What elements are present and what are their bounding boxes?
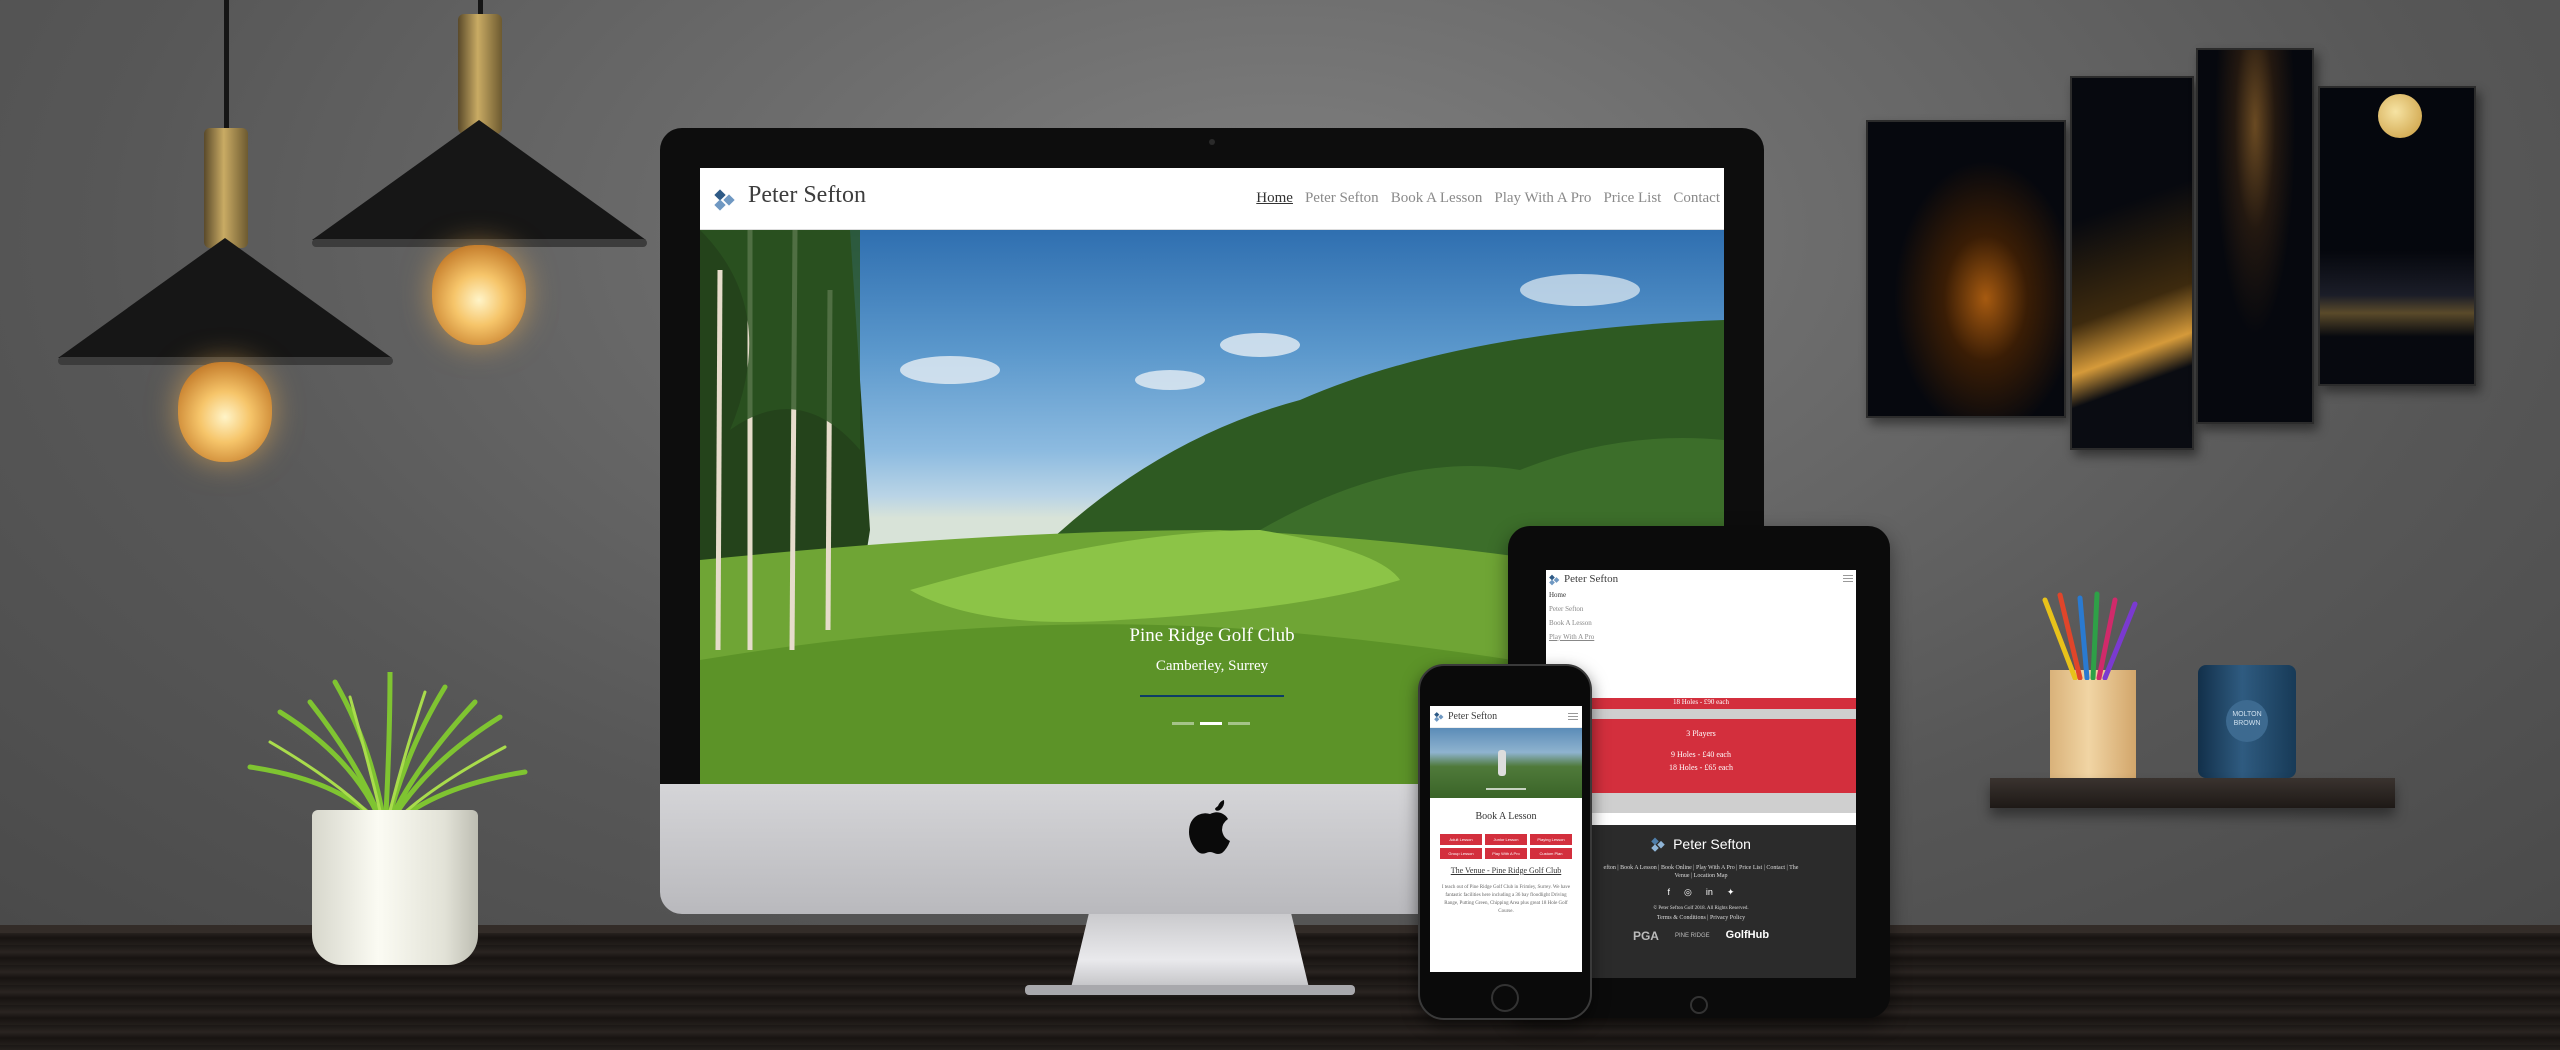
social-icons: f ◎ in ✦ bbox=[1546, 887, 1856, 898]
price-9-holes: 9 Holes - £40 each bbox=[1671, 750, 1731, 759]
site-footer: Peter Sefton efton | Book A Lesson | Boo… bbox=[1546, 825, 1856, 978]
webcam-icon bbox=[1209, 139, 1215, 145]
pendant-lamp-right bbox=[312, 0, 647, 350]
diamond-logo-icon[interactable] bbox=[1549, 573, 1561, 586]
hamburger-menu-icon[interactable] bbox=[1843, 575, 1853, 583]
imac-foot bbox=[1025, 985, 1355, 995]
partner-golfhub: GolfHub bbox=[1725, 929, 1770, 941]
menu-item-peter-sefton[interactable]: Peter Sefton bbox=[1546, 602, 1856, 616]
phone-site-title[interactable]: Peter Sefton bbox=[1448, 711, 1497, 722]
candle-jar: MOLTON BROWN bbox=[2198, 665, 2296, 778]
footer-brand: Peter Sefton bbox=[1673, 836, 1751, 852]
candle-label: MOLTON BROWN bbox=[2226, 700, 2268, 742]
moon-icon bbox=[2378, 94, 2422, 138]
nav-home[interactable]: Home bbox=[1256, 190, 1293, 207]
instagram-icon[interactable]: ◎ bbox=[1684, 887, 1692, 898]
playing-lesson-button[interactable]: Playing Lesson bbox=[1530, 834, 1572, 845]
menu-item-home[interactable]: Home bbox=[1546, 588, 1856, 602]
home-button-icon bbox=[1491, 984, 1519, 1012]
custom-plan-button[interactable]: Custom Plan bbox=[1530, 848, 1572, 859]
nav-price-list[interactable]: Price List bbox=[1603, 190, 1661, 207]
pencil-cup bbox=[2050, 670, 2136, 778]
phone-page-heading: Book A Lesson bbox=[1475, 811, 1537, 822]
facebook-icon[interactable]: f bbox=[1668, 887, 1671, 898]
nav-play-with-a-pro[interactable]: Play With A Pro bbox=[1494, 190, 1591, 207]
legal-links[interactable]: Terms & Conditions | Privacy Policy bbox=[1546, 915, 1856, 921]
phone-hero-image bbox=[1430, 728, 1582, 798]
adult-lesson-button[interactable]: Adult Lesson bbox=[1440, 834, 1482, 845]
junior-lesson-button[interactable]: Junior Lesson bbox=[1485, 834, 1527, 845]
diamond-logo-icon bbox=[1651, 837, 1665, 852]
group-lesson-button[interactable]: Group Lesson bbox=[1440, 848, 1482, 859]
lesson-buttons: Adult Lesson Junior Lesson Playing Lesso… bbox=[1440, 834, 1572, 859]
iphone-device: Peter Sefton Book A Lesson Adult Lesson … bbox=[1418, 664, 1592, 1020]
apple-logo-icon bbox=[1189, 800, 1230, 854]
phone-navbar: Peter Sefton bbox=[1430, 706, 1582, 728]
nav-links: Home Peter Sefton Book A Lesson Play Wit… bbox=[1256, 190, 1720, 207]
imac-stand bbox=[1070, 912, 1310, 992]
tablet-site-title[interactable]: Peter Sefton bbox=[1564, 573, 1618, 585]
players-label: 3 Players bbox=[1686, 729, 1716, 738]
venue-description: I teach out of Pine Ridge Golf Club in F… bbox=[1441, 885, 1571, 914]
ipad-screen: Peter Sefton Home Peter Sefton Book A Le… bbox=[1546, 570, 1856, 978]
nav-peter-sefton[interactable]: Peter Sefton bbox=[1305, 190, 1379, 207]
partner-pga: PGA bbox=[1632, 929, 1659, 943]
carousel-dot-active[interactable] bbox=[1200, 722, 1222, 725]
partner-pine-ridge: PINE RIDGE bbox=[1674, 933, 1710, 939]
tablet-menu: Home Peter Sefton Book A Lesson Play Wit… bbox=[1546, 588, 1856, 698]
carousel-dot[interactable] bbox=[1172, 722, 1194, 725]
diamond-logo-icon[interactable] bbox=[1434, 710, 1445, 723]
wall-shelf bbox=[1990, 778, 2395, 808]
site-title[interactable]: Peter Sefton bbox=[748, 182, 866, 209]
copyright: © Peter Sefton Golf 2018. All Rights Res… bbox=[1653, 906, 1749, 911]
partner-logos: PGA PINE RIDGE GolfHub bbox=[1546, 929, 1856, 943]
diamond-logo-icon[interactable] bbox=[714, 184, 738, 214]
hero-divider bbox=[1140, 695, 1284, 697]
nav-book-a-lesson[interactable]: Book A Lesson bbox=[1391, 190, 1483, 207]
menu-item-book-a-lesson[interactable]: Book A Lesson bbox=[1546, 616, 1856, 630]
price-18-holes: 18 Holes - £65 each bbox=[1669, 763, 1733, 772]
pencils bbox=[2042, 591, 2138, 680]
price-section: 18 Holes - £90 each 3 Players 9 Holes - … bbox=[1546, 698, 1856, 813]
play-with-a-pro-button[interactable]: Play With A Pro bbox=[1485, 848, 1527, 859]
carousel-indicators bbox=[1486, 788, 1526, 790]
linkedin-icon[interactable]: in bbox=[1706, 887, 1713, 898]
hamburger-menu-icon[interactable] bbox=[1568, 713, 1578, 721]
light-bulb-icon bbox=[432, 245, 526, 345]
tablet-navbar: Peter Sefton bbox=[1546, 570, 1856, 588]
home-button-icon bbox=[1690, 996, 1708, 1014]
venue-link[interactable]: The Venue - Pine Ridge Golf Club bbox=[1430, 866, 1582, 875]
nav-contact[interactable]: Contact bbox=[1673, 190, 1720, 207]
carousel-indicators bbox=[1172, 722, 1250, 725]
site-navbar: Peter Sefton Home Peter Sefton Book A Le… bbox=[700, 168, 1724, 230]
light-bulb-icon bbox=[178, 362, 272, 462]
golfer-figure bbox=[1498, 750, 1506, 776]
price-top: 18 Holes - £90 each bbox=[1673, 698, 1729, 706]
carousel-dot[interactable] bbox=[1228, 722, 1250, 725]
plant-pot bbox=[312, 810, 478, 965]
potted-plant bbox=[247, 672, 528, 832]
menu-item-play-with-a-pro[interactable]: Play With A Pro bbox=[1546, 630, 1856, 644]
twitter-icon[interactable]: ✦ bbox=[1727, 887, 1735, 898]
iphone-screen: Peter Sefton Book A Lesson Adult Lesson … bbox=[1430, 706, 1582, 972]
footer-links-2[interactable]: Venue | Location Map bbox=[1546, 873, 1856, 879]
footer-links[interactable]: efton | Book A Lesson | Book Online | Pl… bbox=[1546, 865, 1856, 871]
